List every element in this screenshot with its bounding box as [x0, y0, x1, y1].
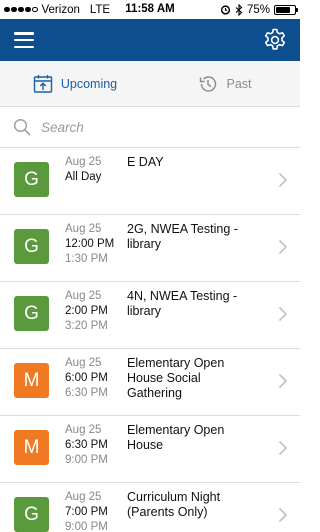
- signal-strength-icon: [4, 6, 38, 13]
- event-category-badge: G: [14, 162, 49, 197]
- event-row[interactable]: G Aug 25 12:00 PM 1:30 PM 2G, NWEA Testing -…: [0, 215, 300, 282]
- event-category-badge: M: [14, 363, 49, 398]
- status-left: Verizon LTE: [4, 4, 110, 16]
- event-end-time: 9:00 PM: [65, 521, 108, 532]
- chevron-right-icon: [279, 508, 287, 522]
- carrier-name: Verizon: [41, 3, 80, 16]
- calendar-upload-icon: [33, 74, 53, 93]
- event-title: 4N, NWEA Testing - library: [127, 289, 238, 318]
- event-row[interactable]: G Aug 25 All Day E DAY: [0, 148, 300, 215]
- chevron-right-icon: [279, 441, 287, 455]
- event-when: Aug 25 6:30 PM 9:00 PM: [65, 423, 127, 468]
- event-list: G Aug 25 All Day E DAY G Aug 25 12:00 PM 1:30 P…: [0, 148, 300, 532]
- event-date: Aug 25: [65, 223, 102, 235]
- event-end-time: 9:00 PM: [65, 454, 108, 466]
- event-start-time: All Day: [65, 171, 102, 183]
- event-start-time: 7:00 PM: [65, 506, 108, 518]
- nav-bar: [0, 19, 300, 61]
- event-start-time: 2:00 PM: [65, 305, 108, 317]
- history-clock-icon: [200, 75, 217, 92]
- event-row[interactable]: M Aug 25 6:30 PM 9:00 PM Elementary Open Hou…: [0, 416, 300, 483]
- event-when: Aug 25 All Day: [65, 155, 127, 185]
- event-title: Elementary Open House: [127, 423, 225, 452]
- event-when: Aug 25 6:00 PM 6:30 PM: [65, 356, 127, 401]
- chevron-right-icon: [279, 240, 287, 254]
- tab-upcoming[interactable]: Upcoming: [0, 61, 150, 106]
- tab-past-label: Past: [226, 76, 252, 91]
- event-date: Aug 25: [65, 357, 102, 369]
- event-start-time: 12:00 PM: [65, 238, 115, 250]
- event-category-badge: G: [14, 229, 49, 264]
- event-date: Aug 25: [65, 156, 102, 168]
- alarm-icon: [220, 5, 231, 15]
- bluetooth-icon: [235, 3, 243, 16]
- event-category-badge: G: [14, 497, 49, 532]
- event-when: Aug 25 2:00 PM 3:20 PM: [65, 289, 127, 334]
- event-end-time: 6:30 PM: [65, 387, 108, 399]
- chevron-right-icon: [279, 173, 287, 187]
- status-bar: Verizon LTE 11:58 AM 75%: [0, 0, 300, 19]
- tab-bar: Upcoming Past: [0, 61, 300, 107]
- battery-icon: [274, 4, 298, 15]
- tab-upcoming-label: Upcoming: [60, 76, 118, 91]
- status-right: 75%: [220, 3, 298, 16]
- tab-past[interactable]: Past: [150, 61, 300, 106]
- search-icon: [13, 118, 31, 136]
- event-when: Aug 25 12:00 PM 1:30 PM: [65, 222, 127, 267]
- hamburger-menu-icon[interactable]: [14, 32, 34, 48]
- event-row[interactable]: G Aug 25 2:00 PM 3:20 PM 4N, NWEA Testing - …: [0, 282, 300, 349]
- event-when: Aug 25 7:00 PM 9:00 PM: [65, 490, 127, 532]
- gear-icon[interactable]: [262, 27, 288, 53]
- search-input[interactable]: [41, 119, 261, 135]
- event-category-badge: G: [14, 296, 49, 331]
- event-row[interactable]: M Aug 25 6:00 PM 6:30 PM Elementary Open Hou…: [0, 349, 300, 416]
- chevron-right-icon: [279, 307, 287, 321]
- event-start-time: 6:00 PM: [65, 372, 108, 384]
- event-category-badge: M: [14, 430, 49, 465]
- event-date: Aug 25: [65, 424, 102, 436]
- event-start-time: 6:30 PM: [65, 439, 108, 451]
- chevron-right-icon: [279, 374, 287, 388]
- battery-percent: 75%: [246, 3, 270, 16]
- event-title: Elementary Open House Social Gathering: [127, 356, 225, 400]
- event-date: Aug 25: [65, 491, 102, 503]
- event-row[interactable]: G Aug 25 7:00 PM 9:00 PM Curriculum Night (P…: [0, 483, 300, 532]
- event-date: Aug 25: [65, 290, 102, 302]
- event-end-time: 3:20 PM: [65, 320, 108, 332]
- event-title: E DAY: [127, 155, 164, 169]
- event-title: 2G, NWEA Testing - library: [127, 222, 238, 251]
- network-type: LTE: [89, 3, 111, 16]
- event-end-time: 1:30 PM: [65, 253, 108, 265]
- search-bar: [0, 107, 300, 148]
- event-title: Curriculum Night (Parents Only): [127, 490, 221, 519]
